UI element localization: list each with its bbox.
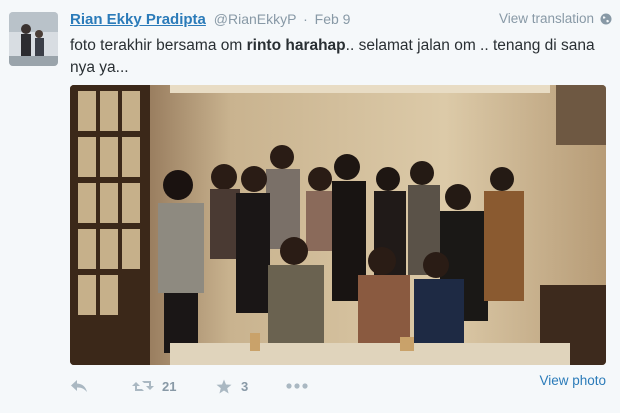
tweet-photo[interactable] [70,85,606,365]
avatar-image [9,12,58,66]
tweet-actions: 21 3 [70,375,606,397]
separator-dot: · [303,11,308,27]
retweet-count: 21 [162,378,177,394]
retweet-button[interactable]: 21 [132,379,216,394]
tweet-timestamp[interactable]: Feb 9 [315,11,351,27]
globe-icon [600,13,612,24]
retweet-icon [132,381,154,391]
group-photo [70,85,606,365]
favorite-button[interactable]: 3 [216,379,286,394]
reply-icon [71,380,87,392]
tweet-text: foto terakhir bersama om rinto harahap..… [70,35,602,79]
view-translation-label: View translation [498,11,594,26]
tweet-text-bold: rinto harahap [246,37,346,54]
view-translation-link[interactable]: View translation [499,11,612,26]
favorite-count: 3 [241,378,249,394]
tweet-header: Rian Ekky Pradipta @RianEkkyP · Feb 9 Vi… [70,11,612,31]
avatar[interactable] [9,12,58,66]
user-fullname[interactable]: Rian Ekky Pradipta [70,11,206,28]
more-icon [286,383,308,389]
reply-button[interactable] [70,379,132,393]
view-photo-link[interactable]: View photo [539,373,606,388]
user-handle[interactable]: @RianEkkyP [214,11,296,27]
favorite-icon [216,379,232,393]
tweet-card: Rian Ekky Pradipta @RianEkkyP · Feb 9 Vi… [0,0,620,413]
tweet-text-part1: foto terakhir bersama om [70,37,247,54]
more-button[interactable] [286,383,308,389]
